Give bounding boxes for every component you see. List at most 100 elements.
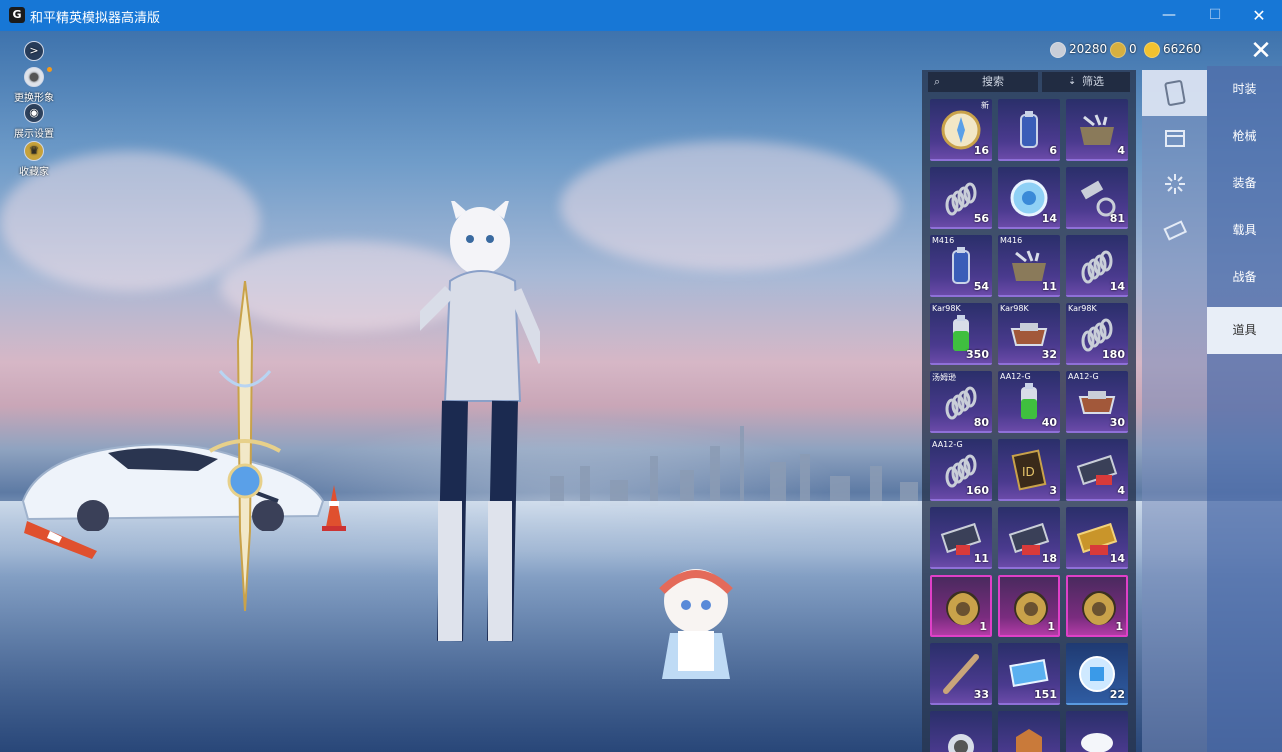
- item-weapon-tag: 汤姆逊: [932, 373, 956, 382]
- item-count: 18: [1041, 552, 1057, 565]
- inventory-item[interactable]: Kar98K 350: [930, 303, 992, 365]
- item-count: 30: [1109, 416, 1125, 429]
- inventory-item[interactable]: 81: [1066, 167, 1128, 229]
- token-icon: [1110, 41, 1126, 58]
- inventory-item[interactable]: 4: [1066, 99, 1128, 161]
- inventory-item[interactable]: 1: [998, 575, 1060, 637]
- weapon-model: [209, 281, 281, 611]
- inventory-item[interactable]: 新 16: [930, 99, 992, 161]
- inventory-item[interactable]: [998, 711, 1060, 752]
- item-new-badge: 新: [981, 101, 989, 110]
- eye-icon: ◉: [24, 103, 44, 123]
- lion-emblem-icon: [1082, 591, 1116, 625]
- inventory-item[interactable]: Kar98K 32: [998, 303, 1060, 365]
- item-count: 160: [966, 484, 989, 497]
- item-count: 1: [1047, 620, 1055, 633]
- inventory-item[interactable]: 4: [1066, 439, 1128, 501]
- window-titlebar: G 和平精英模拟器高清版 — ☐ ✕: [0, 0, 1282, 31]
- card-icon[interactable]: [1142, 70, 1207, 116]
- tab-firearms[interactable]: 枪械: [1207, 113, 1282, 160]
- traffic-cone: [322, 485, 346, 531]
- inventory-item[interactable]: 22: [1066, 643, 1128, 705]
- sky-cloud: [560, 141, 900, 271]
- lion-emblem-icon: [1014, 591, 1048, 625]
- parts-crate-icon: [1080, 114, 1114, 145]
- item-weapon-tag: Kar98K: [932, 304, 961, 313]
- inventory-item[interactable]: AA12-G 30: [1066, 371, 1128, 433]
- maximize-button[interactable]: ☐: [1192, 0, 1238, 31]
- tab-items[interactable]: 道具: [1207, 307, 1282, 354]
- chevron-right-icon: >: [24, 41, 44, 61]
- gold-coin-icon: [1144, 41, 1160, 58]
- lion-emblem-icon: [946, 591, 980, 625]
- change-avatar-button[interactable]: ● 更换形象: [10, 67, 58, 104]
- tab-fashion[interactable]: 时装: [1207, 66, 1282, 113]
- filter-button[interactable]: ⇣ 筛选: [1042, 72, 1130, 92]
- inventory-item[interactable]: 18: [998, 507, 1060, 569]
- search-label: 搜索: [982, 75, 1004, 88]
- tab-equipment[interactable]: 装备: [1207, 160, 1282, 207]
- filter-icon: ⇣: [1068, 76, 1077, 87]
- ticket-icon[interactable]: [1142, 208, 1207, 254]
- id-card-icon: ID: [1011, 449, 1047, 491]
- display-settings-button[interactable]: ◉ 展示设置: [10, 103, 58, 140]
- inventory-item[interactable]: AA12-G 40: [998, 371, 1060, 433]
- inventory-item[interactable]: 6: [998, 99, 1060, 161]
- item-count: 350: [966, 348, 989, 361]
- minimize-button[interactable]: —: [1146, 0, 1192, 31]
- medal-icon: [948, 734, 974, 752]
- item-weapon-tag: M416: [932, 236, 955, 245]
- close-panel-button[interactable]: ✕: [1244, 38, 1278, 64]
- inventory-item[interactable]: 151: [998, 643, 1060, 705]
- inventory-panel: ⌕ 搜索 ⇣ 筛选 新 16 6 4 56 14 81 M416 54 M416 11 14 Kar98…: [922, 70, 1136, 752]
- inventory-item[interactable]: [930, 711, 992, 752]
- inventory-item[interactable]: 1: [1066, 575, 1128, 637]
- collector-button[interactable]: ♛ 收藏家: [10, 141, 58, 178]
- item-count: 54: [973, 280, 989, 293]
- item-count: 4: [1117, 144, 1125, 157]
- inventory-item[interactable]: 14: [1066, 507, 1128, 569]
- item-count: 32: [1041, 348, 1057, 361]
- inventory-item[interactable]: 1: [930, 575, 992, 637]
- tab-vehicles[interactable]: 载具: [1207, 207, 1282, 254]
- item-weapon-tag: AA12-G: [1068, 372, 1099, 381]
- city-skyline: [540, 426, 930, 506]
- inventory-item[interactable]: ID 3: [998, 439, 1060, 501]
- item-count: 4: [1117, 484, 1125, 497]
- search-button[interactable]: ⌕ 搜索: [928, 72, 1038, 92]
- firework-icon[interactable]: [1142, 162, 1207, 208]
- inventory-item[interactable]: AA12-G 160: [930, 439, 992, 501]
- tab-battle-prep[interactable]: 战备: [1207, 254, 1282, 301]
- item-count: 151: [1034, 688, 1057, 701]
- item-count: 22: [1109, 688, 1125, 701]
- item-weapon-tag: AA12-G: [932, 440, 963, 449]
- fallen-traffic-cone: [24, 521, 97, 559]
- category-tab-column: 时装 枪械 装备 载具 战备 道具: [1207, 66, 1282, 752]
- pet-model: [659, 569, 733, 679]
- window-close-button[interactable]: ✕: [1236, 0, 1282, 31]
- calendar-icon[interactable]: [1142, 116, 1207, 162]
- svg-text:ID: ID: [1022, 465, 1035, 479]
- cloud-icon: [1081, 733, 1113, 752]
- notification-dot: [47, 67, 52, 72]
- inventory-item[interactable]: 14: [998, 167, 1060, 229]
- item-count: 6: [1049, 144, 1057, 157]
- inventory-item[interactable]: 汤姆逊 80: [930, 371, 992, 433]
- item-weapon-tag: AA12-G: [1000, 372, 1031, 381]
- inventory-item[interactable]: 14: [1066, 235, 1128, 297]
- expand-toolbar-button[interactable]: >: [10, 41, 58, 63]
- inventory-item[interactable]: M416 54: [930, 235, 992, 297]
- item-count: 1: [1115, 620, 1123, 633]
- item-count: 3: [1049, 484, 1057, 497]
- item-count: 40: [1041, 416, 1057, 429]
- inventory-item[interactable]: M416 11: [998, 235, 1060, 297]
- silver-coin-icon: [1050, 41, 1066, 58]
- inventory-item[interactable]: 11: [930, 507, 992, 569]
- inventory-item[interactable]: Kar98K 180: [1066, 303, 1128, 365]
- inventory-item[interactable]: 33: [930, 643, 992, 705]
- item-count: 81: [1109, 212, 1125, 225]
- item-count: 11: [1041, 280, 1057, 293]
- collector-label: 收藏家: [19, 167, 49, 178]
- inventory-item[interactable]: 56: [930, 167, 992, 229]
- inventory-item[interactable]: [1066, 711, 1128, 752]
